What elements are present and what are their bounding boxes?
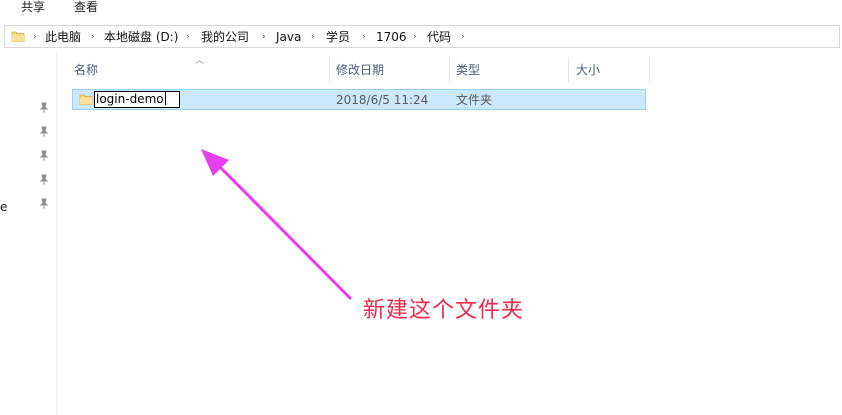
annotation-text: 新建这个文件夹 [363,298,525,323]
arrow-annotation [201,149,352,300]
